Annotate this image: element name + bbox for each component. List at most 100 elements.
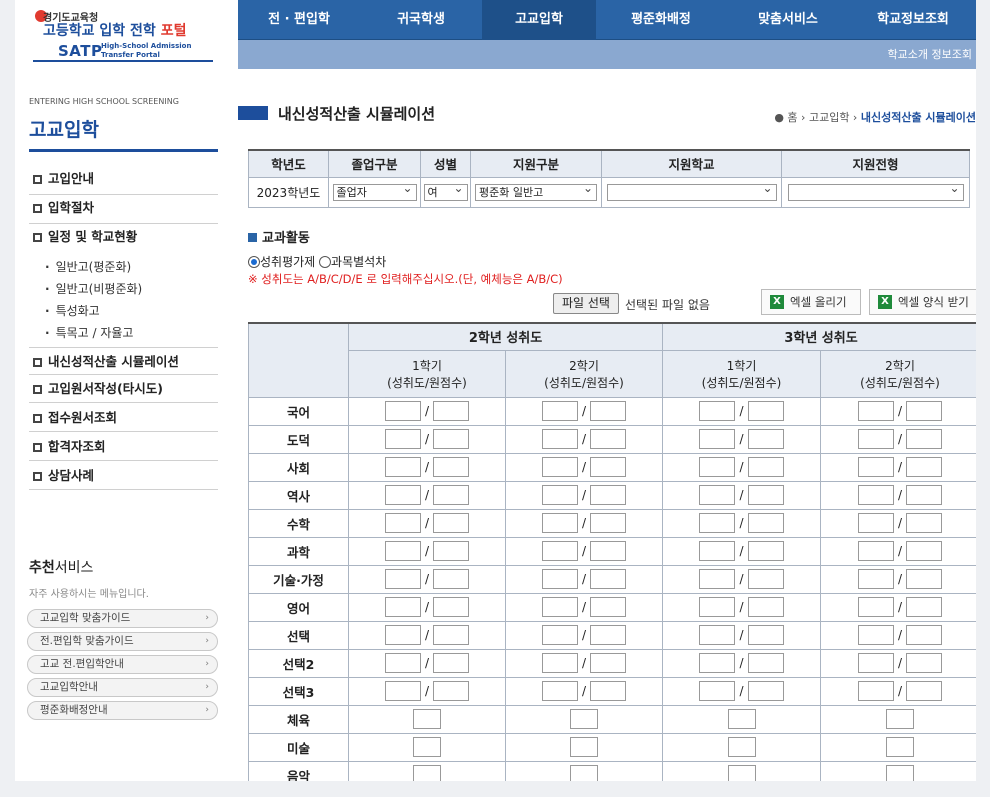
- achievement-input[interactable]: [384, 485, 421, 505]
- score-input[interactable]: [590, 569, 627, 589]
- score-input[interactable]: [906, 513, 943, 533]
- achievement-input[interactable]: [699, 653, 736, 673]
- arts-achievement-input[interactable]: [886, 709, 914, 729]
- score-input[interactable]: [747, 457, 784, 477]
- score-input[interactable]: [906, 457, 943, 477]
- achievement-input[interactable]: [384, 513, 421, 533]
- achievement-input[interactable]: [541, 569, 578, 589]
- score-input[interactable]: [906, 681, 943, 701]
- recommend-link[interactable]: 고교입학안내 ›: [27, 678, 218, 697]
- achievement-input[interactable]: [541, 653, 578, 673]
- achievement-input[interactable]: [699, 401, 736, 421]
- achievement-input[interactable]: [384, 681, 421, 701]
- sidebar-item-schedule[interactable]: 일정 및 학교현황: [29, 226, 218, 252]
- site-logo[interactable]: 경기도교육청 고등학교 입학 전학 포털 SATP High-School Ad…: [15, 0, 238, 69]
- achievement-input[interactable]: [699, 541, 736, 561]
- excel-form-download-button[interactable]: X 엑셀 양식 받기: [869, 289, 976, 315]
- score-input[interactable]: [433, 541, 470, 561]
- arts-achievement-input[interactable]: [570, 709, 598, 729]
- achievement-input[interactable]: [541, 625, 578, 645]
- score-input[interactable]: [590, 653, 627, 673]
- arts-achievement-input[interactable]: [727, 709, 756, 729]
- score-input[interactable]: [747, 401, 784, 421]
- achievement-input[interactable]: [541, 485, 578, 505]
- grad-select[interactable]: 졸업자: [332, 181, 417, 201]
- score-input[interactable]: [906, 625, 943, 645]
- achievement-input[interactable]: [541, 457, 578, 477]
- score-input[interactable]: [747, 681, 784, 701]
- sidebar-item-consult-cases[interactable]: 상담사례: [29, 461, 218, 490]
- score-input[interactable]: [906, 541, 943, 561]
- radio-achievement[interactable]: [248, 256, 260, 268]
- sidebar-sub-special-purpose[interactable]: 특목고 / 자율고: [45, 324, 134, 341]
- score-input[interactable]: [433, 513, 470, 533]
- achievement-input[interactable]: [541, 597, 578, 617]
- achievement-input[interactable]: [384, 401, 421, 421]
- radio-rank[interactable]: [319, 256, 332, 268]
- achievement-input[interactable]: [857, 457, 894, 477]
- sidebar-sub-general-eq[interactable]: 일반고(평준화): [45, 258, 132, 275]
- achievement-input[interactable]: [699, 681, 736, 701]
- score-input[interactable]: [747, 597, 784, 617]
- score-input[interactable]: [590, 597, 627, 617]
- score-input[interactable]: [590, 485, 627, 505]
- recommend-link[interactable]: 평준화배정안내 ›: [27, 701, 218, 720]
- nav-equalization[interactable]: 평준화배정: [596, 0, 726, 40]
- score-input[interactable]: [906, 485, 943, 505]
- achievement-input[interactable]: [699, 485, 736, 505]
- score-input[interactable]: [747, 541, 784, 561]
- sidebar-item-application-lookup[interactable]: 접수원서조회: [29, 403, 218, 432]
- score-input[interactable]: [747, 513, 784, 533]
- school-select[interactable]: [606, 181, 777, 201]
- breadcrumb-mid[interactable]: 고교입학: [809, 111, 849, 124]
- achievement-input[interactable]: [857, 681, 894, 701]
- nav-custom-service[interactable]: 맞춤서비스: [726, 0, 850, 40]
- achievement-input[interactable]: [541, 541, 578, 561]
- achievement-input[interactable]: [384, 569, 421, 589]
- gender-select[interactable]: 여: [423, 181, 468, 201]
- achievement-input[interactable]: [699, 569, 736, 589]
- score-input[interactable]: [433, 681, 470, 701]
- score-input[interactable]: [590, 401, 627, 421]
- nav-transfer[interactable]: 전 · 편입학: [238, 0, 360, 40]
- achievement-input[interactable]: [857, 541, 894, 561]
- recommend-link[interactable]: 고교입학 맞춤가이드 ›: [27, 609, 218, 628]
- achievement-input[interactable]: [857, 597, 894, 617]
- arts-achievement-input[interactable]: [886, 737, 914, 757]
- recommend-link[interactable]: 고교 전.편입학안내 ›: [27, 655, 218, 674]
- arts-achievement-input[interactable]: [413, 737, 441, 757]
- achievement-input[interactable]: [857, 401, 894, 421]
- nav-returnee[interactable]: 귀국학생: [360, 0, 482, 40]
- score-input[interactable]: [747, 653, 784, 673]
- score-input[interactable]: [433, 569, 470, 589]
- achievement-input[interactable]: [699, 457, 736, 477]
- score-input[interactable]: [590, 625, 627, 645]
- achievement-input[interactable]: [699, 513, 736, 533]
- arts-achievement-input[interactable]: [413, 765, 441, 781]
- nav-highschool-admission[interactable]: 고교입학: [482, 0, 596, 40]
- sidebar-item-simulation[interactable]: 내신성적산출 시뮬레이션: [29, 347, 218, 375]
- achievement-input[interactable]: [857, 485, 894, 505]
- apply-type-select[interactable]: 평준화 일반고: [475, 181, 597, 201]
- arts-achievement-input[interactable]: [413, 709, 441, 729]
- achievement-input[interactable]: [541, 681, 578, 701]
- achievement-input[interactable]: [384, 625, 421, 645]
- score-input[interactable]: [590, 541, 627, 561]
- nav-school-info[interactable]: 학교정보조회: [850, 0, 976, 40]
- score-input[interactable]: [433, 653, 470, 673]
- arts-achievement-input[interactable]: [570, 765, 598, 781]
- sidebar-sub-specialized[interactable]: 특성화고: [45, 302, 100, 319]
- score-input[interactable]: [590, 513, 627, 533]
- achievement-input[interactable]: [541, 401, 578, 421]
- arts-achievement-input[interactable]: [727, 737, 756, 757]
- sidebar-item-procedure[interactable]: 입학절차: [29, 197, 218, 224]
- sidebar-item-admission-guide[interactable]: 고입안내: [29, 168, 218, 195]
- file-select-button[interactable]: 파일 선택: [553, 293, 619, 314]
- score-input[interactable]: [747, 569, 784, 589]
- score-input[interactable]: [433, 485, 470, 505]
- score-input[interactable]: [906, 429, 943, 449]
- score-input[interactable]: [747, 625, 784, 645]
- achievement-input[interactable]: [699, 429, 736, 449]
- arts-achievement-input[interactable]: [570, 737, 598, 757]
- achievement-input[interactable]: [857, 569, 894, 589]
